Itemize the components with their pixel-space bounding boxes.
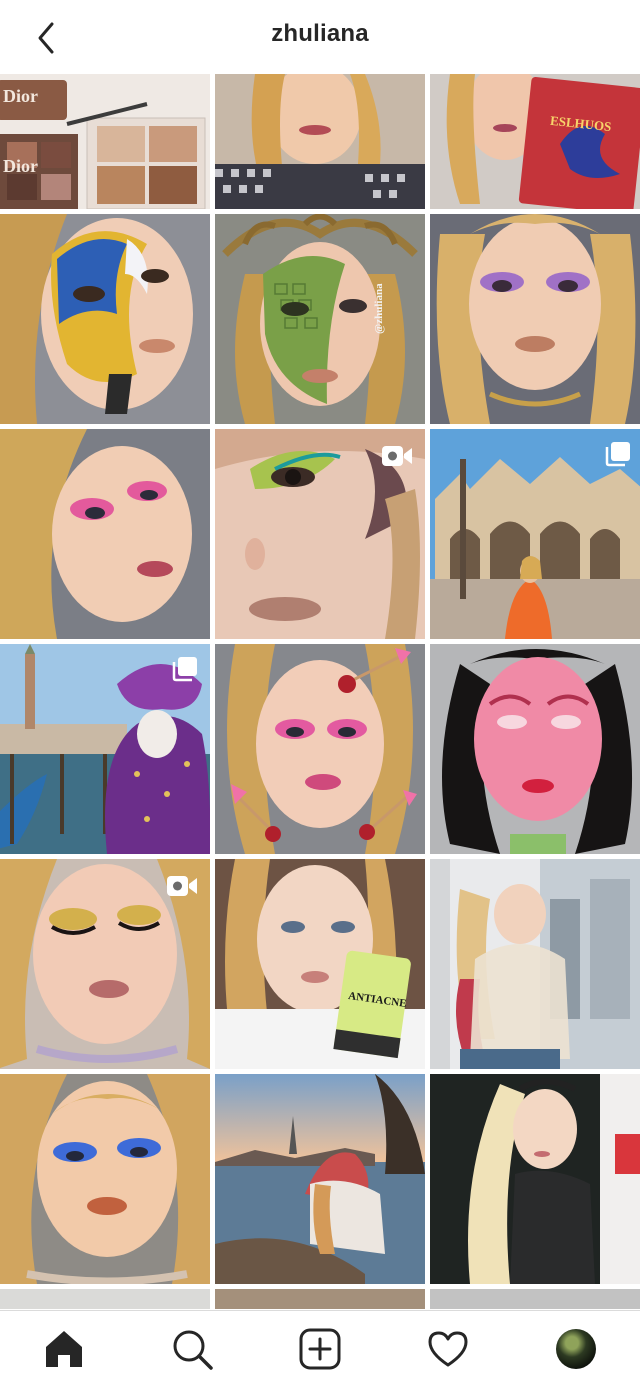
post-thumbnail-purple-eyeshadow-portrait[interactable]: [430, 214, 640, 424]
post-thumbnail-pink-eyeshadow-portrait[interactable]: [0, 429, 210, 639]
post-image-text: @zhuliana: [373, 283, 385, 334]
post-thumbnail-dior-palettes[interactable]: Dior Dior: [0, 74, 210, 209]
post-thumbnail-painted-face-art[interactable]: [0, 214, 210, 424]
post-thumbnail-pink-face-makeup[interactable]: [430, 644, 640, 854]
post-thumbnail-partial[interactable]: [0, 1289, 210, 1309]
carousel-icon: [605, 442, 630, 467]
post-thumbnail-blonde-sunglasses-portrait[interactable]: [430, 1074, 640, 1284]
post-image-text: Dior: [3, 156, 38, 176]
post-image: [0, 1074, 210, 1284]
carousel-icon: [172, 657, 197, 682]
home-icon[interactable]: [42, 1327, 86, 1371]
post-thumbnail-partial[interactable]: [430, 1289, 640, 1309]
post-thumbnail-portrait-checked-top[interactable]: [215, 74, 425, 209]
post-image: [0, 429, 210, 639]
post-thumbnail-partial[interactable]: [215, 1289, 425, 1309]
profile-username-title: zhuliana: [271, 20, 369, 47]
avatar[interactable]: [556, 1329, 596, 1369]
post-thumbnail-paris-river-sunset[interactable]: [215, 1074, 425, 1284]
post-thumbnail-green-eyeliner-closeup[interactable]: [215, 429, 425, 639]
post-image: [0, 214, 210, 424]
post-image: [215, 74, 425, 209]
post-image: [430, 74, 640, 209]
post-image: [215, 1074, 425, 1284]
video-icon: [382, 446, 412, 466]
post-thumbnail-venice-basilica[interactable]: [430, 429, 640, 639]
video-icon: [167, 876, 197, 896]
post-thumbnail-cupid-arrows-makeup[interactable]: [215, 644, 425, 854]
post-thumbnail-medusa-makeup[interactable]: @zhuliana: [215, 214, 425, 424]
post-thumbnail-portrait-red-book[interactable]: ESLHUOS: [430, 74, 640, 209]
post-image: [430, 214, 640, 424]
bottom-tab-bar: [0, 1310, 640, 1387]
search-icon[interactable]: [170, 1327, 214, 1371]
top-nav-bar: zhuliana: [0, 0, 640, 74]
post-thumbnail-gold-eyeshadow-portrait[interactable]: [0, 859, 210, 1069]
post-image: [215, 644, 425, 854]
plus-square-icon[interactable]: [298, 1327, 342, 1371]
post-thumbnail-window-portrait[interactable]: [430, 859, 640, 1069]
post-image: [430, 644, 640, 854]
posts-grid: Dior Dior ESLHUOS @zhuliana ANTIACNE: [0, 74, 640, 1309]
post-thumbnail-blue-eyeshadow-portrait[interactable]: [0, 1074, 210, 1284]
post-image: [430, 1074, 640, 1284]
post-image: [215, 859, 425, 1069]
post-image: [215, 214, 425, 424]
heart-icon[interactable]: [426, 1327, 470, 1371]
post-image-text: Dior: [3, 86, 38, 106]
post-thumbnail-venice-carnival-mask[interactable]: [0, 644, 210, 854]
post-image: [430, 859, 640, 1069]
post-thumbnail-skincare-product[interactable]: ANTIACNE: [215, 859, 425, 1069]
